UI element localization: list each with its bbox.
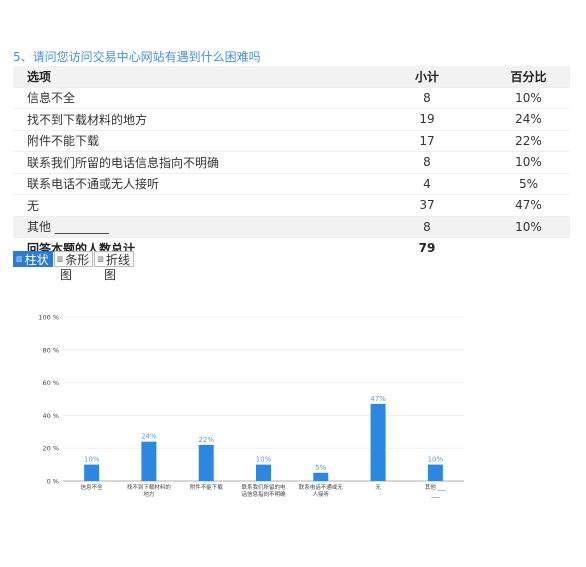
x-tick-label: 找不到下载材料的 xyxy=(127,483,172,491)
y-tick-label: 20 % xyxy=(42,445,59,453)
bar xyxy=(84,464,100,481)
y-tick-label: 0 % xyxy=(47,478,59,486)
data-label: 10% xyxy=(256,456,272,464)
data-label: 10% xyxy=(84,456,100,464)
bar xyxy=(313,472,329,481)
bar xyxy=(141,441,157,481)
x-tick-label: ___ xyxy=(430,492,440,498)
x-tick-label: 人接听 xyxy=(313,490,330,498)
data-label: 47% xyxy=(370,395,386,403)
x-tick-label: 话信息指向不明确 xyxy=(241,490,286,498)
x-tick-label: 附件不能下载 xyxy=(190,483,224,491)
y-tick-label: 100 % xyxy=(38,314,59,322)
bar xyxy=(427,464,443,481)
y-tick-label: 60 % xyxy=(42,379,59,387)
bar xyxy=(198,444,214,481)
y-tick-label: 80 % xyxy=(42,346,59,354)
data-label: 5% xyxy=(315,464,326,472)
x-tick-label: 地方 xyxy=(143,490,155,498)
bar xyxy=(256,464,271,481)
x-tick-label: 其他 ___ xyxy=(425,483,446,491)
x-tick-label: 联系电话不通或无 xyxy=(299,483,344,491)
y-tick-label: 40 % xyxy=(42,412,59,420)
x-tick-label: 无 xyxy=(375,484,381,491)
x-tick-label: 信息不全 xyxy=(81,483,104,491)
data-label: 24% xyxy=(141,433,157,441)
bar xyxy=(370,403,386,481)
x-tick-label: 联系我们所留的电 xyxy=(241,483,286,491)
data-label: 10% xyxy=(428,456,444,464)
data-label: 22% xyxy=(198,436,214,444)
bar-chart: 0 % 20 % 40 % 60 % 80 % 100 % 10% 信息不全 24% 找不到下载材… xyxy=(38,314,464,498)
